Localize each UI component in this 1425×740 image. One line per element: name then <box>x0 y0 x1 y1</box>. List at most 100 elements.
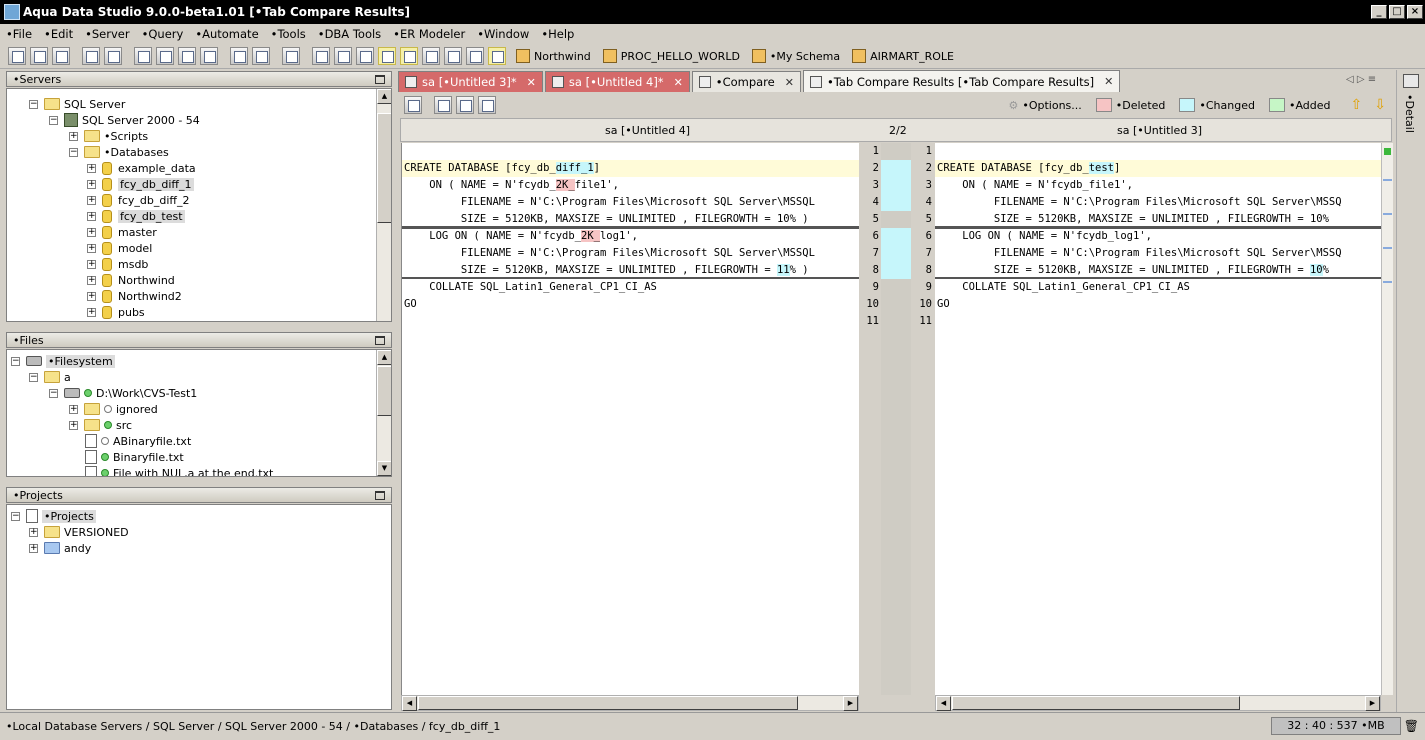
left-hscrollbar[interactable]: ◀ ▶ <box>401 695 859 711</box>
view-icon[interactable] <box>156 47 174 65</box>
schema-icon[interactable] <box>444 47 462 65</box>
scroll-left-icon[interactable]: ◀ <box>936 696 951 711</box>
import-icon[interactable] <box>282 47 300 65</box>
tab-left-icon[interactable]: ◁ <box>1346 74 1354 85</box>
files-scrollbar[interactable]: ▲ ▼ <box>376 350 391 476</box>
tree-node-sql-server[interactable]: SQL Server <box>64 98 125 111</box>
options-button[interactable]: •Options... <box>1022 99 1081 112</box>
tree-node-file[interactable]: Binaryfile.txt <box>113 451 184 464</box>
collapse-icon[interactable]: − <box>29 99 38 109</box>
compare-icon[interactable] <box>230 47 248 65</box>
expand-icon[interactable]: + <box>29 527 38 537</box>
tree-node-db[interactable]: fcy_db_diff_2 <box>118 194 190 207</box>
tools-icon[interactable] <box>478 96 496 114</box>
tree-node-db[interactable]: pubs <box>118 306 145 319</box>
connect-icon[interactable] <box>52 47 70 65</box>
tree-node-folder[interactable]: src <box>116 419 132 432</box>
tab-list-icon[interactable]: ≡ <box>1368 74 1376 85</box>
menu-query[interactable]: •Query <box>142 27 184 41</box>
schema-proc-hello-world[interactable]: PROC_HELLO_WORLD <box>602 49 740 63</box>
schema-northwind[interactable]: Northwind <box>516 49 591 63</box>
tree-node-db[interactable]: model <box>118 242 152 255</box>
table-view-icon[interactable] <box>488 47 506 65</box>
tree-node-db[interactable]: example_data <box>118 162 196 175</box>
find-icon[interactable] <box>456 96 474 114</box>
trash-icon[interactable]: 🗑 <box>1404 719 1419 733</box>
menu-help[interactable]: •Help <box>541 27 574 41</box>
collapse-icon[interactable]: − <box>69 147 78 157</box>
expand-icon[interactable]: + <box>87 179 96 189</box>
collapse-icon[interactable]: − <box>49 115 58 125</box>
pivot-icon[interactable] <box>378 47 396 65</box>
tree-node-drive[interactable]: D:\Work\CVS-Test1 <box>96 387 197 400</box>
tree-node-folder[interactable]: a <box>64 371 71 384</box>
tree-node-db[interactable]: Northwind2 <box>118 290 182 303</box>
collapse-icon[interactable]: − <box>11 511 20 521</box>
tree-node-databases[interactable]: •Databases <box>104 146 169 159</box>
expand-icon[interactable]: + <box>69 404 78 414</box>
expand-icon[interactable]: + <box>29 543 38 553</box>
expand-icon[interactable]: + <box>87 307 96 317</box>
scroll-right-icon[interactable]: ▶ <box>843 696 858 711</box>
swap-icon[interactable] <box>404 96 422 114</box>
scroll-thumb[interactable] <box>952 696 1240 710</box>
close-tab-icon[interactable]: ✕ <box>785 76 794 89</box>
tree-node-db[interactable]: fcy_db_diff_1 <box>118 177 194 191</box>
next-diff-icon[interactable]: ⇩ <box>1374 97 1386 113</box>
tree-node-db[interactable]: Northwind <box>118 274 175 287</box>
expand-icon[interactable]: + <box>87 163 96 173</box>
expand-icon[interactable]: + <box>87 243 96 253</box>
chart-icon[interactable] <box>400 47 418 65</box>
scroll-up-icon[interactable]: ▲ <box>377 89 391 104</box>
save-icon[interactable] <box>434 96 452 114</box>
expand-icon[interactable]: + <box>87 195 96 205</box>
query-window-icon[interactable] <box>82 47 100 65</box>
tab-right-icon[interactable]: ▷ <box>1357 74 1365 85</box>
left-code-pane[interactable]: CREATE DATABASE [fcy_db_diff_1] ON ( NAM… <box>401 143 859 695</box>
servers-scrollbar[interactable]: ▲ <box>376 89 391 321</box>
scroll-thumb[interactable] <box>377 113 391 223</box>
menu-server[interactable]: •Server <box>85 27 130 41</box>
tree-node-server[interactable]: SQL Server 2000 - 54 <box>82 114 200 127</box>
expand-icon[interactable]: + <box>69 131 78 141</box>
maximize-panel-icon[interactable] <box>375 335 385 345</box>
schema-my-schema[interactable]: •My Schema <box>751 49 840 63</box>
menu-tools[interactable]: •Tools <box>271 27 306 41</box>
menu-automate[interactable]: •Automate <box>195 27 258 41</box>
menu-file[interactable]: •File <box>6 27 32 41</box>
tab-untitled-3[interactable]: sa [•Untitled 3]* ✕ <box>398 71 543 92</box>
tree-node-scripts[interactable]: •Scripts <box>104 130 148 143</box>
tree-node-project[interactable]: VERSIONED <box>64 526 129 539</box>
scroll-left-icon[interactable]: ◀ <box>402 696 417 711</box>
scroll-right-icon[interactable]: ▶ <box>1365 696 1380 711</box>
expand-icon[interactable]: + <box>69 420 78 430</box>
bar-chart-icon[interactable] <box>466 47 484 65</box>
close-tab-icon[interactable]: ✕ <box>527 76 536 89</box>
scroll-thumb[interactable] <box>377 366 391 416</box>
function-icon[interactable] <box>200 47 218 65</box>
maximize-panel-icon[interactable] <box>375 74 385 84</box>
scroll-thumb[interactable] <box>418 696 798 710</box>
collapse-icon[interactable]: − <box>11 356 20 366</box>
scroll-up-icon[interactable]: ▲ <box>377 350 391 365</box>
expand-icon[interactable]: + <box>87 227 96 237</box>
procedure-icon[interactable] <box>178 47 196 65</box>
tree-node-project[interactable]: andy <box>64 542 91 555</box>
close-tab-icon[interactable]: ✕ <box>1104 75 1113 88</box>
schema-airmart-role[interactable]: AIRMART_ROLE <box>852 49 954 63</box>
right-code-pane[interactable]: CREATE DATABASE [fcy_db_test] ON ( NAME … <box>935 143 1381 695</box>
text-icon[interactable] <box>422 47 440 65</box>
dropdown-icon[interactable] <box>252 47 270 65</box>
tree-node-filesystem[interactable]: •Filesystem <box>46 354 115 368</box>
expand-icon[interactable]: + <box>87 291 96 301</box>
tree-node-folder[interactable]: ignored <box>116 403 158 416</box>
collapse-icon[interactable]: − <box>49 388 58 398</box>
maximize-button[interactable]: □ <box>1389 5 1405 19</box>
tree-node-db[interactable]: msdb <box>118 258 148 271</box>
tree-node-file[interactable]: File with NUL,a at the end.txt <box>113 467 273 477</box>
grid-icon[interactable] <box>312 47 330 65</box>
detail-tab[interactable]: •Detail <box>1403 94 1416 133</box>
close-tab-icon[interactable]: ✕ <box>674 76 683 89</box>
menu-window[interactable]: •Window <box>477 27 529 41</box>
query-analyzer-icon[interactable] <box>104 47 122 65</box>
